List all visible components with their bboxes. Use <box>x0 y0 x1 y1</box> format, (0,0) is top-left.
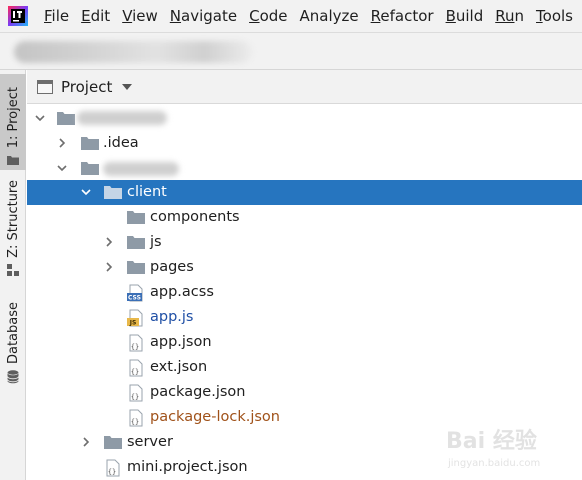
tree-row-package-json[interactable]: {} package.json <box>27 380 582 405</box>
tab-project[interactable]: 1: Project <box>0 74 26 170</box>
tree-label: package.json <box>150 384 246 400</box>
menu-run[interactable]: Run <box>489 0 530 33</box>
tab-database-label: Database <box>5 301 21 364</box>
navigation-bar <box>0 33 582 70</box>
menu-navigate[interactable]: Navigate <box>164 0 243 33</box>
folder-icon <box>57 112 75 125</box>
menu-bar: File Edit View Navigate Code Analyze Ref… <box>0 0 582 33</box>
baidu-watermark: Bai 经验 jingyan.baidu.com <box>446 428 540 469</box>
menu-edit[interactable]: Edit <box>75 0 116 33</box>
json-file-icon: {} <box>106 459 120 477</box>
tree-row-app-acss[interactable]: CSS app.acss <box>27 280 582 305</box>
watermark-sub: jingyan.baidu.com <box>447 458 540 469</box>
tree-label: app.acss <box>150 284 214 300</box>
tree-row-components[interactable]: components <box>27 205 582 230</box>
tree-label: mini.project.json <box>127 459 248 475</box>
js-file-icon: JS <box>127 309 143 327</box>
css-file-icon: CSS <box>127 284 143 302</box>
tab-structure-label: Z: Structure <box>5 180 21 258</box>
blurred-folder-name <box>103 162 179 176</box>
tree-label: server <box>127 434 173 450</box>
chevron-right-icon[interactable] <box>81 437 91 447</box>
tree-label: app.json <box>150 334 212 350</box>
tree-label: .idea <box>103 135 139 151</box>
json-file-icon: {} <box>129 359 143 377</box>
chevron-down-icon[interactable] <box>81 187 91 197</box>
folder-icon <box>127 211 145 224</box>
chevron-right-icon[interactable] <box>57 138 67 148</box>
watermark-text: Bai 经验 <box>446 428 537 454</box>
panel-title[interactable]: Project <box>61 78 112 96</box>
menu-refactor[interactable]: Refactor <box>365 0 440 33</box>
tree-label: ext.json <box>150 359 208 375</box>
js-badge: JS <box>129 320 137 327</box>
menu-code[interactable]: Code <box>243 0 293 33</box>
tree-row-root[interactable] <box>27 106 582 131</box>
tree-label: client <box>127 184 167 200</box>
json-badge: {} <box>131 343 139 351</box>
folder-icon <box>81 162 99 175</box>
project-panel-header: Project <box>27 70 582 104</box>
app-logo-icon <box>8 6 28 26</box>
chevron-down-icon[interactable] <box>57 163 67 173</box>
folder-icon <box>127 261 145 274</box>
tree-row-ext-json[interactable]: {} ext.json <box>27 355 582 380</box>
project-window-icon <box>37 79 53 94</box>
menu-analyze[interactable]: Analyze <box>294 0 365 33</box>
tree-row-pages[interactable]: pages <box>27 255 582 280</box>
json-badge: {} <box>131 418 139 426</box>
tree-label: js <box>150 234 162 250</box>
tree-row-idea[interactable]: .idea <box>27 131 582 156</box>
json-badge: {} <box>108 468 116 476</box>
folder-icon <box>104 436 122 449</box>
menu-tools[interactable]: Tools <box>530 0 579 33</box>
json-file-icon: {} <box>129 384 143 402</box>
css-badge: CSS <box>128 295 141 302</box>
menu-file[interactable]: File <box>38 0 75 33</box>
folder-icon <box>127 236 145 249</box>
tree-row-app-js[interactable]: JS app.js <box>27 305 582 330</box>
json-badge: {} <box>131 368 139 376</box>
chevron-right-icon[interactable] <box>104 262 114 272</box>
chevron-right-icon[interactable] <box>104 237 114 247</box>
tree-row-blurred-folder[interactable] <box>27 156 582 181</box>
structure-icon <box>7 264 19 276</box>
json-file-icon: {} <box>129 334 143 352</box>
folder-icon <box>81 137 99 150</box>
tab-database[interactable]: Database <box>0 296 26 386</box>
json-file-icon: {} <box>129 409 143 427</box>
menu-build[interactable]: Build <box>440 0 490 33</box>
tree-row-js[interactable]: js <box>27 230 582 255</box>
blurred-breadcrumb[interactable] <box>14 41 252 63</box>
menu-view[interactable]: View <box>116 0 164 33</box>
json-badge: {} <box>131 393 139 401</box>
tree-label: package-lock.json <box>150 409 280 425</box>
tree-label: app.js <box>150 309 194 325</box>
blurred-root-name <box>77 111 167 125</box>
database-icon <box>7 370 19 384</box>
folder-icon <box>7 154 19 166</box>
left-tool-stripe: 1: Project Z: Structure Database <box>0 70 26 480</box>
folder-icon <box>104 186 122 199</box>
tree-row-client[interactable]: client <box>27 180 582 205</box>
tree-label: pages <box>150 259 194 275</box>
tree-label: components <box>150 209 240 225</box>
chevron-down-icon[interactable] <box>122 83 133 90</box>
tab-project-label: 1: Project <box>5 86 21 148</box>
chevron-down-icon[interactable] <box>35 113 45 123</box>
tab-structure[interactable]: Z: Structure <box>0 180 26 280</box>
tree-row-app-json[interactable]: {} app.json <box>27 330 582 355</box>
